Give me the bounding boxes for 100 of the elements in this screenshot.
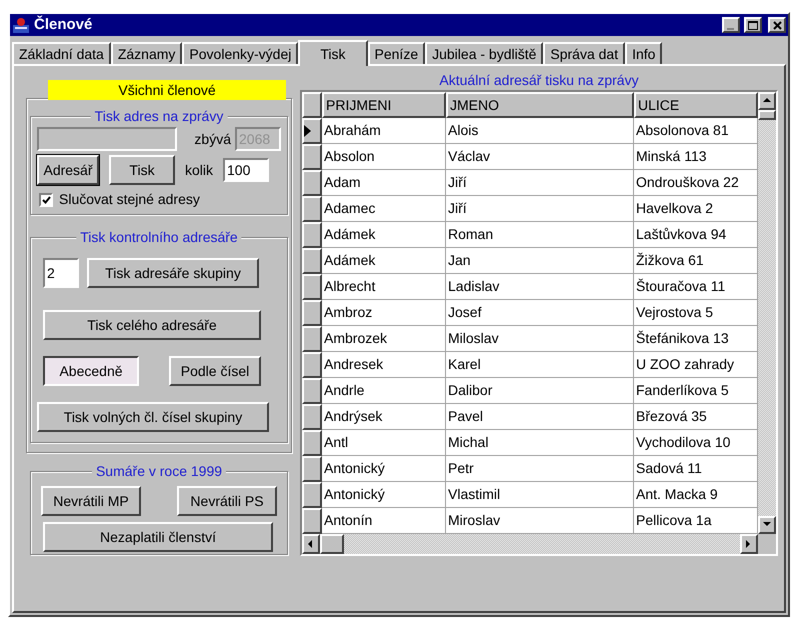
table-cell: U ZOO zahrady [634, 352, 758, 378]
row-header[interactable] [302, 300, 322, 326]
table-cell: Václav [446, 144, 634, 170]
app-icon [12, 16, 30, 34]
count-field[interactable]: 100 [223, 158, 270, 182]
table-cell: Pavel [446, 404, 634, 430]
table-cell: Andrle [322, 378, 446, 404]
row-header[interactable] [302, 222, 322, 248]
count-label: kolik [185, 160, 214, 180]
table-cell: Alois [446, 118, 634, 144]
table-cell: Ladislav [446, 274, 634, 300]
tab[interactable]: Základní data [12, 42, 111, 64]
table-cell: Jiří [446, 170, 634, 196]
window-title: Členové [34, 14, 94, 35]
table-cell: Absolonova 81 [634, 118, 758, 144]
banner-label: Všichni členové [48, 80, 286, 100]
checkbox-label: Slučovat stejné adresy [59, 190, 200, 209]
button[interactable]: Tisk celého adresáře [43, 310, 261, 340]
maximize-icon [748, 20, 758, 30]
row-header[interactable] [302, 144, 322, 170]
table-cell: Karel [446, 352, 634, 378]
row-header[interactable] [302, 170, 322, 196]
remaining-label: zbývá [194, 130, 231, 149]
table-cell: Ant. Macka 9 [634, 482, 758, 508]
table-title: Aktuální adresář tisku na zprávy [439, 71, 639, 90]
table-cell: Adámek [322, 248, 446, 274]
table-cell: Sadová 11 [634, 456, 758, 482]
button[interactable]: Nezaplatili členství [43, 522, 273, 552]
table-cell: Antonín [322, 508, 446, 534]
table-cell: Josef [446, 300, 634, 326]
group-field[interactable]: 2 [43, 258, 79, 288]
button[interactable]: Tisk [109, 155, 175, 185]
table-cell: Antonický [322, 456, 446, 482]
row-header[interactable] [302, 404, 322, 430]
button[interactable]: Tisk volných čl. čísel skupiny [37, 402, 269, 432]
button[interactable]: Abecedně [43, 356, 139, 386]
vertical-scrollbar[interactable] [758, 92, 776, 534]
tab[interactable]: Záznamy [110, 42, 182, 64]
row-header[interactable] [302, 482, 322, 508]
column-header[interactable]: JMENO [446, 92, 634, 118]
minimize-icon [727, 27, 735, 31]
close-button[interactable] [768, 17, 786, 33]
table-cell: Štefánikova 13 [634, 326, 758, 352]
minimize-button[interactable] [722, 17, 740, 33]
table-cell: Žižkova 61 [634, 248, 758, 274]
table-cell: Ondrouškova 22 [634, 170, 758, 196]
button[interactable]: Podle čísel [169, 356, 261, 386]
table-cell: Ambrozek [322, 326, 446, 352]
table-cell: Andrýsek [322, 404, 446, 430]
table-cell: Miloslav [446, 326, 634, 352]
table-cell: Adamec [322, 196, 446, 222]
tab[interactable]: Správa dat [543, 42, 626, 64]
button[interactable]: Adresář [37, 155, 99, 185]
row-header[interactable] [302, 326, 322, 352]
scroll-thumb[interactable] [320, 534, 344, 554]
row-header[interactable] [302, 430, 322, 456]
row-header[interactable] [302, 196, 322, 222]
row-header[interactable] [302, 274, 322, 300]
table-cell: Ambroz [322, 300, 446, 326]
table-cell: Adámek [322, 222, 446, 248]
current-row-icon [304, 125, 311, 137]
table-cell: Antonický [322, 482, 446, 508]
tab[interactable]: Info [625, 42, 662, 64]
scroll-thumb[interactable] [758, 110, 776, 120]
table-cell: Jiří [446, 196, 634, 222]
table-cell: Laštůvkova 94 [634, 222, 758, 248]
table-cell: Abrahám [322, 118, 446, 144]
column-header[interactable]: PRIJMENI [322, 92, 446, 118]
button[interactable]: Nevrátili PS [177, 486, 277, 516]
table-cell: Roman [446, 222, 634, 248]
close-icon [772, 20, 782, 30]
horizontal-scrollbar[interactable] [302, 534, 758, 554]
table-cell: Absolon [322, 144, 446, 170]
row-header[interactable] [302, 352, 322, 378]
row-header[interactable] [302, 508, 322, 534]
maximize-button[interactable] [744, 17, 762, 33]
table-cell: Albrecht [322, 274, 446, 300]
table-cell: Jan [446, 248, 634, 274]
table-cell: Miroslav [446, 508, 634, 534]
button[interactable]: Nevrátili MP [41, 486, 141, 516]
table-cell: Dalibor [446, 378, 634, 404]
row-header[interactable] [302, 248, 322, 274]
row-header[interactable] [302, 456, 322, 482]
column-header[interactable]: ULICE [634, 92, 758, 118]
table-cell: Minská 113 [634, 144, 758, 170]
row-header[interactable] [302, 118, 322, 144]
table-cell: Havelkova 2 [634, 196, 758, 222]
table-cell: Vychodilova 10 [634, 430, 758, 456]
table-cell: Petr [446, 456, 634, 482]
table-cell: Štouračova 11 [634, 274, 758, 300]
row-header[interactable] [302, 378, 322, 404]
table-cell: Pellicova 1a [634, 508, 758, 534]
table-cell: Michal [446, 430, 634, 456]
tab[interactable]: Jubilea - bydliště [425, 42, 544, 64]
tab[interactable]: Povolenky-výdej [182, 42, 298, 64]
button[interactable]: Tisk adresáře skupiny [87, 258, 259, 288]
tab[interactable]: Tisk [298, 40, 368, 66]
tab[interactable]: Peníze [368, 42, 426, 64]
table-cell: Vlastimil [446, 482, 634, 508]
checkbox[interactable] [39, 192, 53, 206]
